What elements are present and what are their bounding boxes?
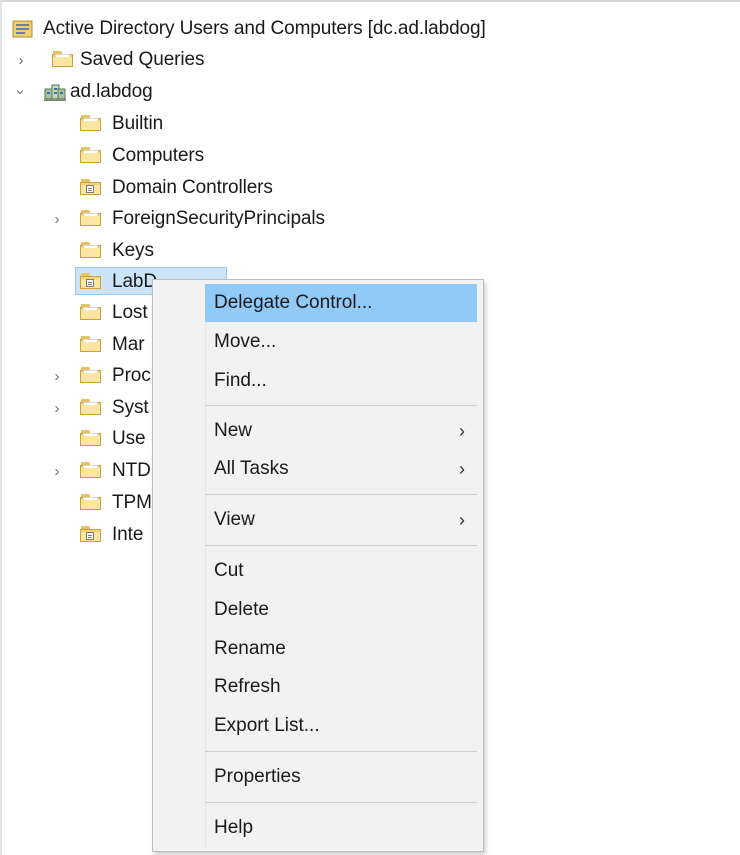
submenu-arrow-icon: ›: [459, 421, 465, 441]
tree-item-label: ForeignSecurityPrincipals: [112, 208, 325, 229]
menu-item-label: Properties: [214, 766, 301, 787]
menu-item-move[interactable]: Move...: [205, 323, 477, 361]
window-top-border: [0, 0, 740, 2]
menu-separator: [205, 405, 477, 406]
chevron-right-icon[interactable]: ›: [50, 368, 64, 385]
folder-icon: [80, 494, 101, 510]
tree-item-label: TPM: [112, 492, 152, 513]
menu-item-find[interactable]: Find...: [205, 362, 477, 400]
tree-item-label: Use: [112, 428, 146, 449]
chevron-down-icon[interactable]: ›: [13, 85, 30, 99]
menu-item-delete[interactable]: Delete: [205, 591, 477, 629]
menu-separator: [205, 802, 477, 803]
folder-icon: [80, 367, 101, 383]
folder-icon: [80, 304, 101, 320]
menu-item-label: All Tasks: [214, 458, 289, 479]
menu-item-cut[interactable]: Cut: [205, 552, 477, 590]
submenu-arrow-icon: ›: [459, 510, 465, 530]
menu-item-label: New: [214, 420, 253, 441]
tree-item-label: Saved Queries: [80, 49, 205, 70]
folder-icon: [80, 399, 101, 415]
menu-separator: [205, 751, 477, 752]
menu-item-label: Find...: [214, 370, 267, 391]
folder-icon: [80, 147, 101, 163]
organizational-unit-icon: [80, 526, 101, 542]
menu-item-label: Export List...: [214, 715, 320, 736]
folder-icon: [80, 242, 101, 258]
chevron-right-icon[interactable]: ›: [14, 52, 28, 69]
submenu-arrow-icon: ›: [459, 459, 465, 479]
chevron-right-icon[interactable]: ›: [50, 211, 64, 228]
menu-item-label: Move...: [214, 331, 277, 352]
chevron-right-icon[interactable]: ›: [50, 400, 64, 417]
menu-item-export-list[interactable]: Export List...: [205, 707, 477, 745]
tree-item-label: ad.labdog: [70, 81, 153, 102]
tree-item-label: Domain Controllers: [112, 177, 273, 198]
folder-icon: [80, 115, 101, 131]
folder-icon: [80, 462, 101, 478]
menu-separator: [205, 494, 477, 495]
domain-icon: [44, 83, 66, 101]
folder-icon: [80, 336, 101, 352]
menu-item-label: View: [214, 509, 255, 530]
menu-item-all-tasks[interactable]: All Tasks ›: [205, 450, 477, 488]
window-left-border: [0, 0, 2, 855]
folder-icon: [52, 51, 73, 67]
menu-item-help[interactable]: Help: [205, 809, 477, 847]
snapin-console-icon: [12, 20, 33, 38]
menu-item-label: Delegate Control...: [214, 292, 373, 313]
menu-item-view[interactable]: View ›: [205, 501, 477, 539]
tree-item-label: Computers: [112, 145, 205, 166]
context-menu: Delegate Control... Move... Find... New …: [152, 279, 484, 852]
chevron-right-icon[interactable]: ›: [50, 463, 64, 480]
menu-item-refresh[interactable]: Refresh: [205, 668, 477, 706]
tree-item-label: Syst: [112, 397, 149, 418]
menu-item-rename[interactable]: Rename: [205, 630, 477, 668]
menu-item-new[interactable]: New ›: [205, 412, 477, 450]
tree-item-label: Builtin: [112, 113, 164, 134]
tree-item-label: Lost: [112, 302, 148, 323]
folder-icon: [80, 210, 101, 226]
menu-separator: [205, 545, 477, 546]
menu-item-label: Cut: [214, 560, 244, 581]
menu-item-label: Help: [214, 817, 254, 838]
tree-root-label: Active Directory Users and Computers [dc…: [43, 18, 486, 39]
tree-item-label: NTD: [112, 460, 151, 481]
tree-item-label: Keys: [112, 240, 154, 261]
menu-item-properties[interactable]: Properties: [205, 758, 477, 796]
tree-item-label: Inte: [112, 524, 144, 545]
tree-item-label: Mar: [112, 334, 145, 355]
tree-item-label: Proc: [112, 365, 151, 386]
menu-item-label: Delete: [214, 599, 269, 620]
folder-icon: [80, 430, 101, 446]
menu-item-label: Refresh: [214, 676, 281, 697]
menu-item-delegate-control[interactable]: Delegate Control...: [205, 284, 477, 322]
menu-item-label: Rename: [214, 638, 286, 659]
organizational-unit-icon: [80, 179, 101, 195]
organizational-unit-icon: [80, 273, 101, 289]
